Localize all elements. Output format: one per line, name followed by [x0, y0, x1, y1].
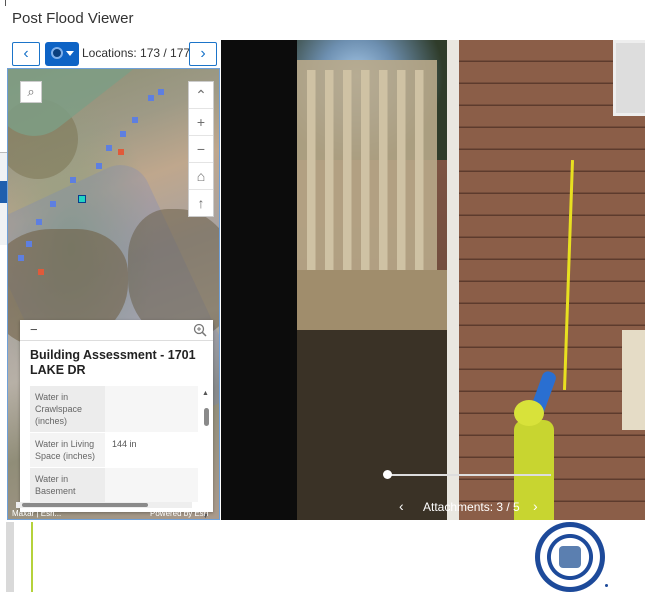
home-button[interactable]: ⌂	[189, 163, 213, 190]
county-seal-logo	[535, 522, 605, 592]
collapse-controls-button[interactable]: ⌃	[189, 82, 213, 109]
photo-worker-head	[514, 400, 544, 426]
map-point[interactable]	[132, 117, 138, 123]
table-row: Water in Crawlspace (inches)	[30, 386, 198, 433]
scroll-indicator	[6, 522, 14, 592]
photo-deck-floor	[297, 270, 447, 330]
popup-vertical-scrollbar[interactable]: ▲ ▼	[202, 390, 209, 519]
map-point[interactable]	[70, 177, 76, 183]
popup-toolbar: −	[20, 320, 213, 341]
chevron-up-icon: ⌃	[195, 87, 207, 103]
compass-button[interactable]: ↑	[189, 190, 213, 216]
map-point[interactable]	[120, 131, 126, 137]
field-name: Water in Basement	[30, 468, 105, 502]
map-point-alert[interactable]	[118, 149, 124, 155]
chevron-down-icon	[66, 51, 74, 56]
attachment-slider[interactable]	[383, 468, 561, 482]
scrollbar-thumb[interactable]	[22, 503, 148, 507]
scrollbar-thumb[interactable]	[204, 408, 209, 426]
field-value: 144 in	[105, 433, 198, 467]
popup-horizontal-scrollbar[interactable]	[16, 502, 192, 508]
photo-railing	[307, 70, 427, 270]
scroll-up-icon[interactable]: ▲	[202, 390, 209, 397]
photo-under-deck	[297, 330, 457, 520]
logo-mark	[605, 584, 608, 587]
map-point[interactable]	[106, 145, 112, 151]
zoom-in-button[interactable]: +	[189, 109, 213, 136]
photo-window	[613, 40, 645, 116]
powered-by-esri: Powered by Esri	[150, 509, 209, 518]
north-arrow-icon: ↑	[197, 195, 205, 211]
map-point[interactable]	[50, 201, 56, 207]
map-view[interactable]: ⌕ ⌃ + − ⌂ ↑ − Building Assessment - 1701…	[7, 68, 220, 520]
attachment-viewer: ‹ Attachments: 3 / 5 ›	[221, 40, 645, 520]
location-navigator: ‹ Locations: 173 / 177 ›	[12, 42, 217, 66]
next-attachment-button[interactable]: ›	[533, 498, 538, 514]
map-attribution: Maxar | Esri...	[12, 509, 62, 518]
previous-location-button[interactable]: ‹	[12, 42, 40, 66]
photo-siding-panel	[622, 330, 645, 430]
map-controls: ⌃ + − ⌂ ↑	[188, 81, 214, 217]
map-point[interactable]	[158, 89, 164, 95]
accent-divider	[31, 522, 33, 592]
table-row: Water in Basement	[30, 468, 198, 503]
photo-downspout	[447, 40, 459, 520]
attachment-navigator: ‹ Attachments: 3 / 5 ›	[387, 496, 567, 518]
globe-icon	[51, 47, 63, 59]
map-point[interactable]	[96, 163, 102, 169]
home-icon: ⌂	[196, 168, 206, 184]
attachments-counter: Attachments: 3 / 5	[423, 500, 520, 514]
map-point-alert[interactable]	[38, 269, 44, 275]
search-icon: ⌕	[27, 84, 35, 99]
map-point[interactable]	[148, 95, 154, 101]
corner-mark	[5, 0, 6, 6]
collapse-popup-button[interactable]: −	[30, 322, 38, 337]
seal-emblem	[559, 546, 581, 568]
attribute-table: Water in Crawlspace (inches) Water in Li…	[30, 386, 198, 503]
field-value	[105, 468, 198, 502]
feature-popup: − Building Assessment - 1701 LAKE DR Wat…	[20, 320, 213, 519]
map-point[interactable]	[36, 219, 42, 225]
map-search-button[interactable]: ⌕	[20, 81, 42, 103]
map-point[interactable]	[26, 241, 32, 247]
layer-select-button[interactable]	[45, 42, 79, 66]
slider-handle[interactable]	[383, 470, 392, 479]
map-point[interactable]	[18, 255, 24, 261]
page-title: Post Flood Viewer	[12, 10, 134, 27]
field-name: Water in Living Space (inches)	[30, 433, 105, 467]
next-location-button[interactable]: ›	[189, 42, 217, 66]
zoom-out-button[interactable]: −	[189, 136, 213, 163]
locations-counter: Locations: 173 / 177	[82, 46, 191, 60]
field-value	[105, 386, 198, 432]
attachment-photo	[297, 40, 645, 520]
field-name: Water in Crawlspace (inches)	[30, 386, 105, 432]
popup-title: Building Assessment - 1701 LAKE DR	[30, 348, 196, 377]
selected-map-point[interactable]	[78, 195, 86, 203]
table-row: Water in Living Space (inches) 144 in	[30, 433, 198, 468]
previous-attachment-button[interactable]: ‹	[399, 498, 404, 514]
zoom-to-icon[interactable]	[193, 323, 207, 337]
slider-track	[391, 474, 551, 476]
